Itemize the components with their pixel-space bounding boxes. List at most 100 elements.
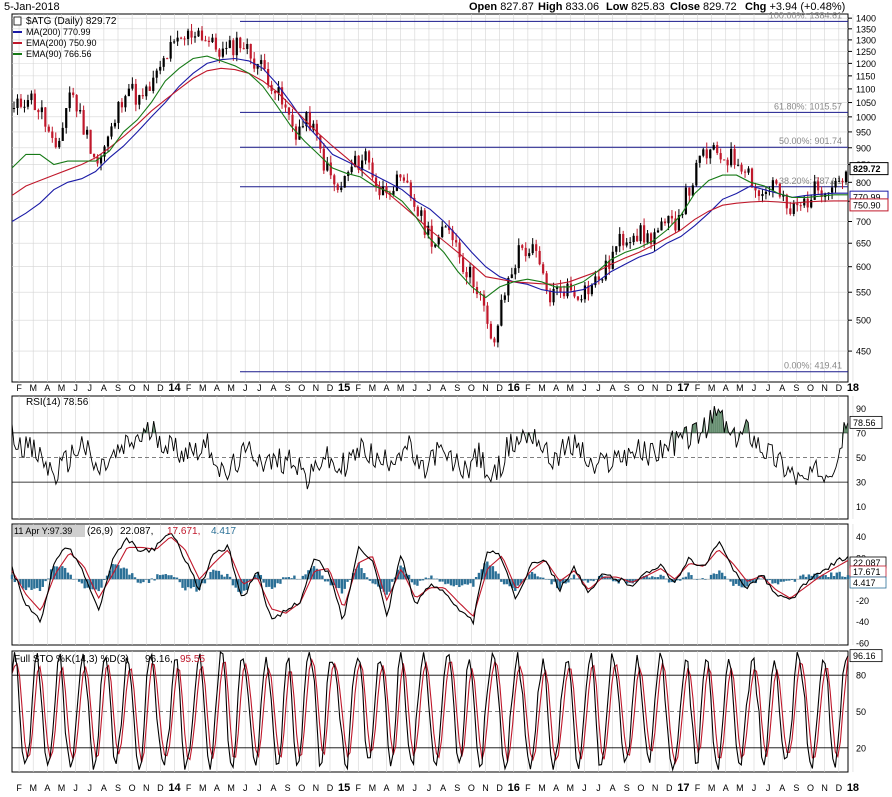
y-tick-label: 10 <box>856 502 866 512</box>
candle-body <box>785 194 788 209</box>
y-tick-label: -60 <box>856 638 869 648</box>
fib-label: 61.80%: 1015.57 <box>774 101 842 111</box>
x-tick-label: J <box>243 783 248 793</box>
candle-body <box>670 215 674 219</box>
rsi-overbought-fill <box>720 410 723 433</box>
candle-body <box>806 198 809 208</box>
x-tick-label: F <box>695 383 701 393</box>
candle-body <box>218 49 221 57</box>
candle-body <box>183 38 186 40</box>
x-tick-label: D <box>157 383 164 393</box>
candle-body <box>684 187 687 214</box>
x-tick-label: O <box>468 383 475 393</box>
candle-body <box>461 257 465 273</box>
candle-body <box>169 41 172 59</box>
candle-body <box>535 244 538 251</box>
y-tick-label: 450 <box>856 347 871 357</box>
candle-body <box>810 199 813 208</box>
x-tick-label: M <box>58 383 66 393</box>
candle-body <box>145 86 148 97</box>
candle-body <box>173 41 176 43</box>
candle-body <box>615 246 618 252</box>
candle-body <box>559 287 562 292</box>
candle-body <box>51 131 54 138</box>
x-tick-label: M <box>567 783 575 793</box>
y-tick-label: 1150 <box>856 71 875 81</box>
x-tick-label: O <box>298 783 305 793</box>
x-tick-label: O <box>129 783 136 793</box>
x-tick-label: J <box>413 783 418 793</box>
x-tick-label: A <box>44 783 50 793</box>
candle-body <box>75 95 78 112</box>
y-tick-label: -20 <box>856 596 869 606</box>
candle-body <box>221 48 224 57</box>
candle-body <box>486 305 489 324</box>
candle-body <box>830 187 834 193</box>
x-tick-label: N <box>143 383 150 393</box>
candle-body <box>176 37 179 42</box>
x-tick-label: A <box>610 783 616 793</box>
candle-body <box>186 30 190 40</box>
x-tick-label: O <box>637 383 644 393</box>
candle-body <box>228 40 231 48</box>
candle-body <box>242 48 245 50</box>
candle-body <box>343 175 346 188</box>
candle-body <box>23 106 26 108</box>
candle-body <box>374 177 378 188</box>
candle-body <box>566 283 569 297</box>
candle-body <box>576 296 580 300</box>
y-tick-label: 80 <box>856 671 866 681</box>
candle-body <box>30 93 33 101</box>
x-tick-label: N <box>652 383 659 393</box>
x-tick-label: 17 <box>677 782 689 794</box>
candle-body <box>159 66 162 71</box>
candle-body <box>406 180 409 183</box>
y-tick-label: 1050 <box>856 98 876 108</box>
candle-body <box>117 101 120 123</box>
candle-body <box>465 272 468 278</box>
candle-body <box>493 338 496 343</box>
panel-macd <box>11 523 849 646</box>
candle-body <box>319 135 322 149</box>
x-tick-label: 14 <box>168 382 181 394</box>
x-tick-label: M <box>29 783 37 793</box>
candle-body <box>124 96 127 108</box>
candle-body <box>68 92 71 109</box>
candle-body <box>127 88 130 97</box>
x-tick-label: F <box>525 383 531 393</box>
candle-body <box>510 274 513 278</box>
rsi-overbought-fill <box>694 422 697 433</box>
candle-body <box>301 126 305 128</box>
x-tick-label: 15 <box>338 782 350 794</box>
x-tick-label: O <box>637 783 644 793</box>
candle-body <box>764 191 768 195</box>
candle-body <box>214 37 218 50</box>
candle-body <box>789 208 792 214</box>
candle-body <box>12 107 16 109</box>
x-tick-label: F <box>186 783 192 793</box>
candle-body <box>799 205 802 207</box>
candle-body <box>263 60 266 69</box>
x-tick-label: J <box>766 783 771 793</box>
x-tick-label: D <box>157 783 164 793</box>
x-tick-label: M <box>538 383 546 393</box>
x-tick-label: F <box>16 383 22 393</box>
candle-body <box>54 137 57 148</box>
candle-body <box>249 43 252 59</box>
x-tick-label: A <box>101 383 107 393</box>
candle-body <box>733 148 736 165</box>
x-tick-label: 16 <box>508 382 520 394</box>
y-tick-label: 1350 <box>856 24 876 34</box>
x-tick-label: D <box>836 783 843 793</box>
x-tick-label: J <box>766 383 771 393</box>
macd-params: (26,9) <box>87 526 113 537</box>
last-value-text: 750.90 <box>853 200 881 210</box>
macd-last-value: 17.671 <box>853 567 881 577</box>
candle-body <box>740 164 743 172</box>
macd-last-value: 4.417 <box>853 578 876 588</box>
candle-body <box>162 58 165 67</box>
candle-body <box>503 295 506 300</box>
candle-body <box>141 95 144 97</box>
candle-body <box>702 149 705 156</box>
x-tick-label: S <box>115 783 121 793</box>
